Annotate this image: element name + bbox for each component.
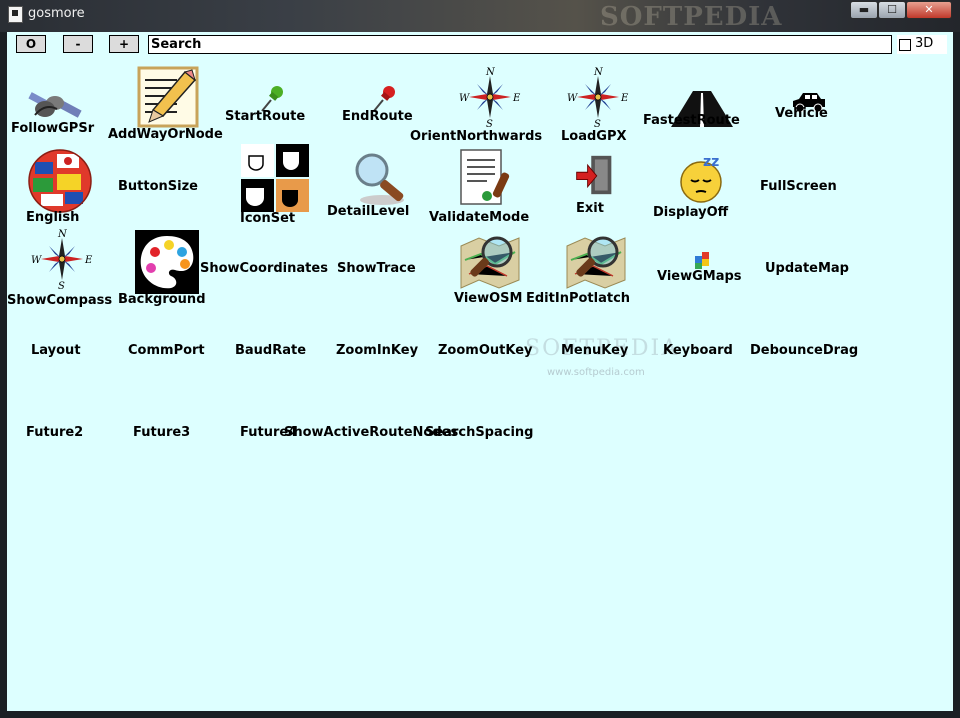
svg-text:S: S — [58, 281, 65, 290]
title-bar[interactable]: gosmore SOFTPEDIA ▬ ☐ ✕ — [0, 0, 960, 32]
magnifier-icon[interactable] — [352, 150, 410, 208]
menu-item-label[interactable]: DetailLevel — [327, 204, 409, 219]
svg-text:N: N — [593, 67, 604, 78]
menu-item-label[interactable]: Vehicle — [775, 106, 828, 121]
svg-text:zz: zz — [703, 154, 719, 170]
menu-item-label[interactable]: DebounceDrag — [750, 343, 858, 358]
close-icon: ✕ — [924, 3, 934, 16]
menu-item-label[interactable]: ShowCompass — [7, 293, 112, 308]
svg-text:W: W — [459, 93, 470, 104]
menu-item-label[interactable]: IconSet — [240, 211, 295, 226]
search-input[interactable]: Search — [148, 35, 892, 54]
svg-text:E: E — [84, 255, 93, 266]
menu-item-label[interactable]: ViewGMaps — [657, 269, 742, 284]
minimize-button[interactable]: ▬ — [850, 1, 878, 19]
menu-item-label[interactable]: StartRoute — [225, 109, 305, 124]
road-icon[interactable] — [671, 78, 733, 140]
svg-text:N: N — [485, 67, 496, 78]
cups-icon[interactable] — [241, 144, 309, 212]
menu-item-label[interactable]: ZoomInKey — [336, 343, 418, 358]
exit-door-icon[interactable] — [573, 154, 615, 196]
svg-text:N: N — [57, 229, 68, 240]
svg-text:S: S — [594, 119, 601, 128]
menu-item-label[interactable]: Background — [118, 292, 206, 307]
svg-text:E: E — [512, 93, 521, 104]
menu-item-label[interactable]: EditInPotlatch — [526, 291, 630, 306]
zoom-in-button[interactable]: + — [109, 35, 139, 53]
document-stamp-icon[interactable] — [457, 148, 517, 208]
menu-item-label[interactable]: AddWayOrNode — [108, 127, 223, 142]
svg-text:E: E — [620, 93, 629, 104]
menu-item-label[interactable]: ZoomOutKey — [438, 343, 533, 358]
flag-globe-icon[interactable] — [27, 148, 93, 214]
compass-rose-icon[interactable]: N S E W — [31, 228, 93, 292]
menu-item-label[interactable]: EndRoute — [342, 109, 413, 124]
menu-item-label[interactable]: ShowTrace — [337, 261, 416, 276]
menu-item-label[interactable]: ValidateMode — [429, 210, 529, 225]
softpedia-watermark: SOFTPEDIA — [600, 2, 783, 32]
menu-item-label[interactable]: LoadGPX — [561, 129, 627, 144]
toolbar: O - + Search 3D — [7, 32, 953, 57]
osm-map-magnifier-icon[interactable] — [459, 230, 521, 292]
app-client-area: O - + Search 3D SOFTPEDIA www.softpedia.… — [7, 32, 953, 711]
menu-item-label[interactable]: FollowGPSr — [11, 121, 94, 136]
menu-item-label[interactable]: OrientNorthwards — [410, 129, 542, 144]
paint-palette-icon[interactable] — [135, 230, 199, 294]
menu-item-label[interactable]: FastestRoute — [643, 113, 740, 128]
menu-item-label[interactable]: SearchSpacing — [425, 425, 534, 440]
menu-item-label[interactable]: Layout — [31, 343, 81, 358]
menu-item-label[interactable]: ButtonSize — [118, 179, 198, 194]
menu-item-label[interactable]: FullScreen — [760, 179, 837, 194]
menu-item-label[interactable]: Keyboard — [663, 343, 733, 358]
compass-rose-icon[interactable]: N S E W — [567, 66, 629, 130]
app-icon[interactable] — [8, 6, 23, 23]
zoom-reset-button[interactable]: O — [16, 35, 46, 53]
svg-text:S: S — [486, 119, 493, 128]
pencil-notepad-icon[interactable] — [137, 66, 199, 128]
maximize-button[interactable]: ☐ — [878, 1, 906, 19]
sleeping-face-icon[interactable]: zz — [677, 152, 729, 204]
menu-item-label[interactable]: CommPort — [128, 343, 205, 358]
svg-text:W: W — [567, 93, 578, 104]
menu-item-label[interactable]: BaudRate — [235, 343, 306, 358]
close-button[interactable]: ✕ — [906, 1, 952, 19]
menu-item-label[interactable]: Future2 — [26, 425, 83, 440]
menu-item-label[interactable]: Future3 — [133, 425, 190, 440]
menu-item-label[interactable]: Exit — [576, 201, 604, 216]
maximize-icon: ☐ — [887, 3, 897, 16]
menu-item-label[interactable]: DisplayOff — [653, 205, 728, 220]
zoom-out-button[interactable]: - — [63, 35, 93, 53]
svg-text:W: W — [31, 255, 42, 266]
menu-item-label[interactable]: English — [26, 210, 79, 225]
menu-item-label[interactable]: ViewOSM — [454, 291, 522, 306]
gmaps-icon[interactable] — [693, 250, 713, 270]
3d-toggle[interactable]: 3D — [897, 35, 947, 54]
menu-item-label[interactable]: UpdateMap — [765, 261, 849, 276]
osm-map-magnifier-icon[interactable] — [565, 230, 627, 292]
minimize-icon: ▬ — [858, 3, 870, 16]
compass-rose-icon[interactable]: N S E W — [459, 66, 521, 130]
menu-item-label[interactable]: MenuKey — [561, 343, 628, 358]
3d-checkbox-label: 3D — [915, 36, 934, 51]
3d-checkbox[interactable] — [899, 39, 911, 51]
menu-item-label[interactable]: ShowCoordinates — [200, 261, 328, 276]
window-title: gosmore — [28, 6, 85, 21]
softpedia-url-watermark: www.softpedia.com — [547, 367, 645, 378]
